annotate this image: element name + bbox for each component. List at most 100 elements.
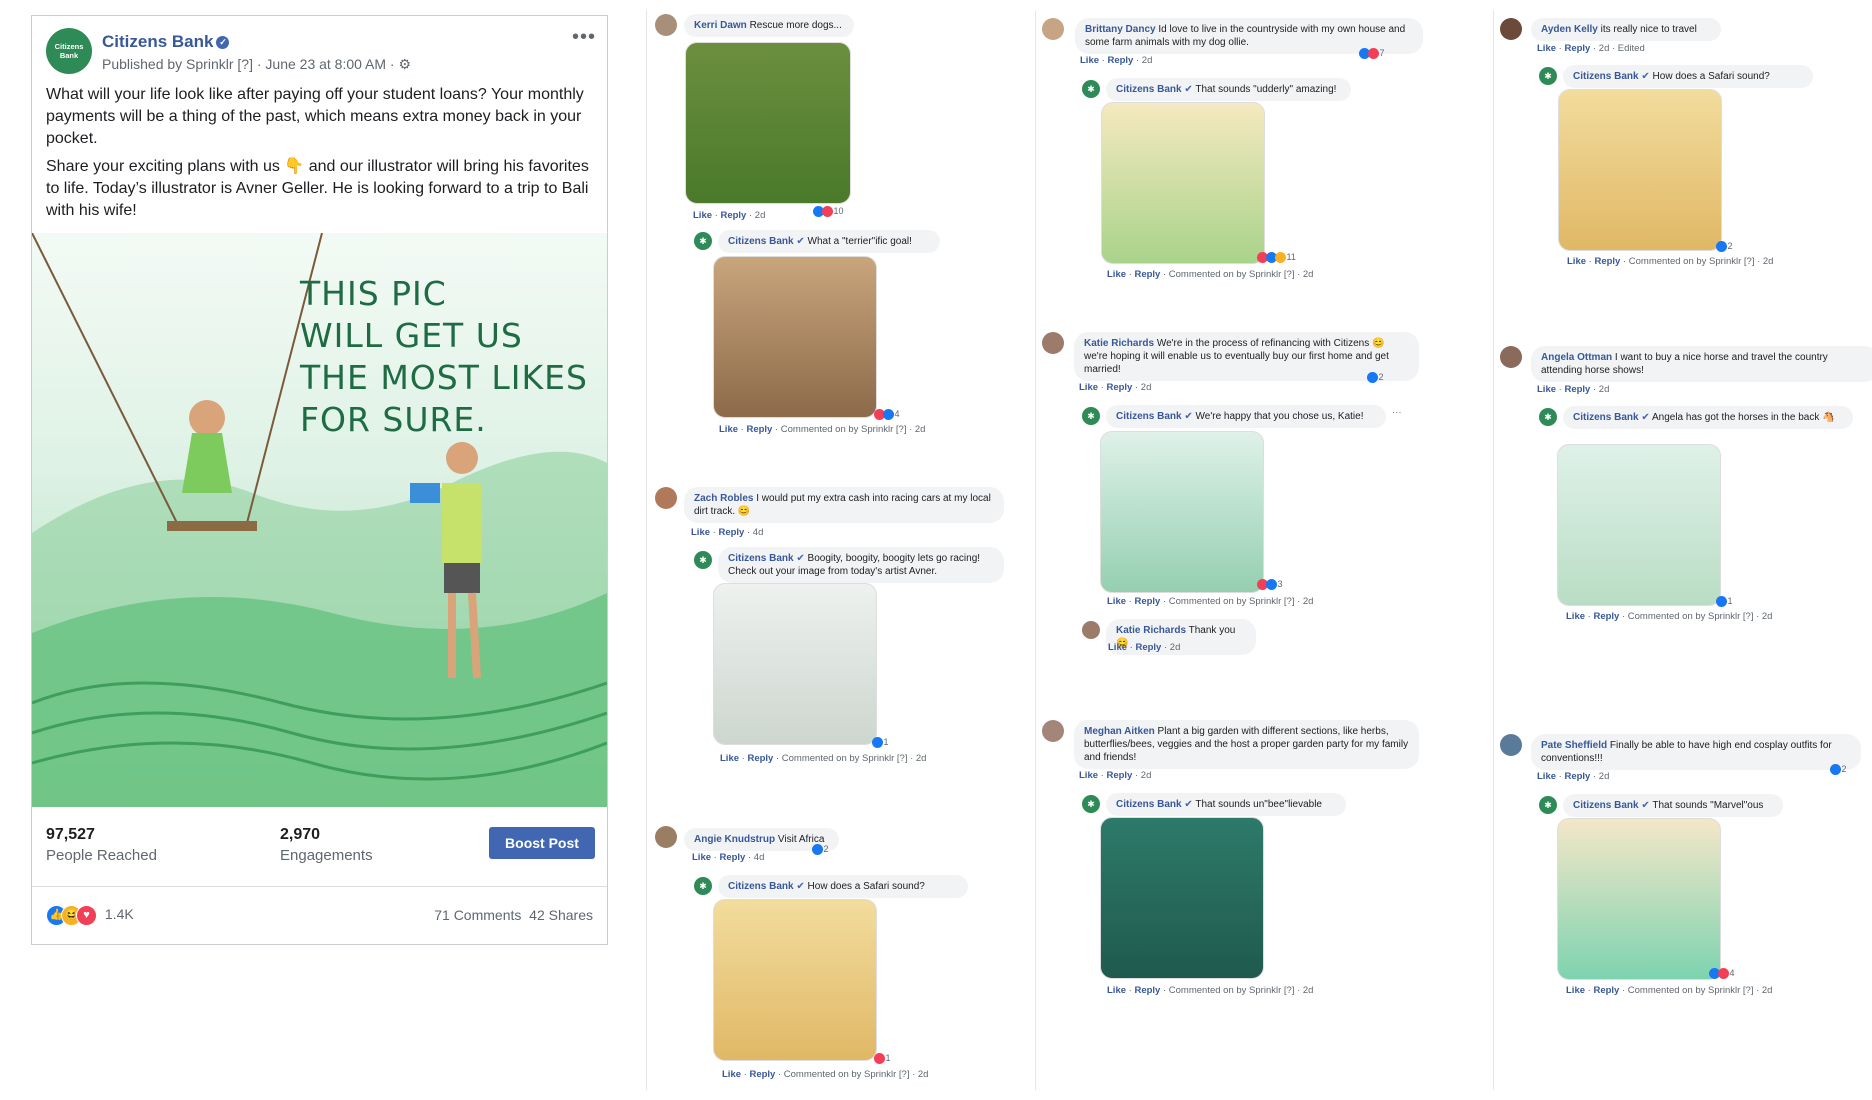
like-link[interactable]: Like (1107, 269, 1126, 280)
reply-author[interactable]: Citizens Bank (1116, 84, 1182, 95)
reply-image[interactable] (1101, 102, 1265, 264)
reaction-count[interactable]: 2 (1830, 764, 1847, 776)
reply-author[interactable]: Citizens Bank (1573, 71, 1639, 82)
like-link[interactable]: Like (1107, 596, 1126, 607)
reply-image[interactable] (1558, 89, 1722, 251)
like-link[interactable]: Like (1079, 770, 1098, 781)
citizens-bank-avatar[interactable]: ✱ (1082, 795, 1100, 813)
reply-author[interactable]: Citizens Bank (1573, 412, 1639, 423)
reaction-count[interactable]: 2 (812, 844, 829, 856)
reaction-count[interactable]: 4 (1709, 968, 1735, 980)
boost-post-button[interactable]: Boost Post (489, 827, 595, 859)
like-link[interactable]: Like (720, 753, 739, 764)
comment-author[interactable]: Kerri Dawn (694, 20, 747, 31)
like-link[interactable]: Like (722, 1069, 741, 1080)
citizens-bank-logo[interactable]: Citizens Bank (46, 28, 92, 74)
like-link[interactable]: Like (1080, 55, 1099, 66)
like-link[interactable]: Like (1107, 985, 1126, 996)
reaction-count[interactable]: 11 (1257, 252, 1296, 264)
reply-author[interactable]: Citizens Bank (1573, 800, 1639, 811)
avatar[interactable] (1500, 18, 1522, 40)
avatar[interactable] (1082, 621, 1100, 639)
like-link[interactable]: Like (1537, 771, 1556, 782)
reaction-count[interactable]: 1 (1716, 596, 1733, 608)
reply-link[interactable]: Reply (1134, 269, 1160, 280)
like-link[interactable]: Like (719, 424, 738, 435)
shares-count-link[interactable]: 42 Shares (529, 907, 593, 923)
reply-link[interactable]: Reply (1593, 985, 1619, 996)
reply-link[interactable]: Reply (1134, 985, 1160, 996)
reaction-count[interactable]: 3 (1257, 579, 1283, 591)
more-options-icon[interactable]: ··· (1392, 407, 1402, 418)
page-name-link[interactable]: Citizens Bank ✓ (102, 32, 230, 52)
comment-author[interactable]: Meghan Aitken (1084, 726, 1155, 737)
avatar[interactable] (655, 487, 677, 509)
reaction-count[interactable]: 1 (872, 737, 889, 749)
reply-author[interactable]: Citizens Bank (1116, 411, 1182, 422)
reply-image[interactable] (713, 583, 877, 745)
reply-author[interactable]: Citizens Bank (728, 236, 794, 247)
post-illustration[interactable]: THIS PIC WILL GET US THE MOST LIKES FOR … (32, 233, 607, 807)
comment-author[interactable]: Brittany Dancy (1085, 24, 1156, 35)
reaction-count[interactable]: 10 (813, 206, 844, 218)
reply-author[interactable]: Katie Richards (1116, 625, 1186, 636)
engagements-stat[interactable]: 2,970 Engagements (280, 826, 373, 864)
like-link[interactable]: Like (693, 210, 712, 221)
reaction-count[interactable]: 7 (1359, 48, 1385, 60)
reply-author[interactable]: Citizens Bank (1116, 799, 1182, 810)
like-link[interactable]: Like (1537, 384, 1556, 395)
citizens-bank-avatar[interactable]: ✱ (694, 551, 712, 569)
reply-image[interactable] (1557, 818, 1721, 980)
reply-link[interactable]: Reply (1106, 382, 1132, 393)
reactions-summary[interactable]: 👍😆 ♥ 1.4K (46, 905, 134, 926)
reply-link[interactable]: Reply (1564, 384, 1590, 395)
citizens-bank-avatar[interactable]: ✱ (1082, 407, 1100, 425)
avatar[interactable] (655, 14, 677, 36)
reply-link[interactable]: Reply (719, 852, 745, 863)
like-link[interactable]: Like (692, 852, 711, 863)
avatar[interactable] (1042, 332, 1064, 354)
reply-author[interactable]: Citizens Bank (728, 881, 794, 892)
reply-link[interactable]: Reply (747, 753, 773, 764)
reply-link[interactable]: Reply (1134, 596, 1160, 607)
like-link[interactable]: Like (1567, 256, 1586, 267)
reply-link[interactable]: Reply (1564, 771, 1590, 782)
citizens-bank-avatar[interactable]: ✱ (1539, 408, 1557, 426)
settings-gear-icon[interactable]: ⚙ (399, 56, 412, 72)
reply-link[interactable]: Reply (1106, 770, 1132, 781)
comment-author[interactable]: Pate Sheffield (1541, 740, 1607, 751)
avatar[interactable] (1500, 734, 1522, 756)
comment-author[interactable]: Angela Ottman (1541, 352, 1612, 363)
comments-count-link[interactable]: 71 Comments (434, 907, 521, 923)
reply-image[interactable] (713, 899, 877, 1061)
reaction-count[interactable]: 1 (874, 1053, 891, 1065)
citizens-bank-avatar[interactable]: ✱ (1539, 67, 1557, 85)
reply-image[interactable] (1100, 817, 1264, 979)
like-link[interactable]: Like (691, 527, 710, 538)
citizens-bank-avatar[interactable]: ✱ (694, 232, 712, 250)
reply-link[interactable]: Reply (1107, 55, 1133, 66)
reaction-count[interactable]: 2 (1716, 241, 1733, 253)
citizens-bank-avatar[interactable]: ✱ (1082, 80, 1100, 98)
reply-link[interactable]: Reply (1135, 642, 1161, 653)
like-link[interactable]: Like (1566, 611, 1585, 622)
like-link[interactable]: Like (1079, 382, 1098, 393)
comment-author[interactable]: Ayden Kelly (1541, 24, 1598, 35)
like-link[interactable]: Like (1566, 985, 1585, 996)
reply-image[interactable] (1100, 431, 1264, 593)
reply-link[interactable]: Reply (1593, 611, 1619, 622)
comment-author[interactable]: Angie Knudstrup (694, 834, 775, 845)
reply-link[interactable]: Reply (749, 1069, 775, 1080)
reply-image[interactable] (713, 256, 877, 418)
reply-link[interactable]: Reply (1564, 43, 1590, 54)
avatar[interactable] (1500, 346, 1522, 368)
citizens-bank-avatar[interactable]: ✱ (1539, 796, 1557, 814)
reply-link[interactable]: Reply (720, 210, 746, 221)
like-link[interactable]: Like (1108, 642, 1127, 653)
reply-author[interactable]: Citizens Bank (728, 553, 794, 564)
avatar[interactable] (1042, 18, 1064, 40)
reaction-count[interactable]: 4 (874, 409, 900, 421)
comment-image[interactable] (685, 42, 851, 204)
reaction-count[interactable]: 2 (1367, 372, 1384, 384)
reply-link[interactable]: Reply (746, 424, 772, 435)
